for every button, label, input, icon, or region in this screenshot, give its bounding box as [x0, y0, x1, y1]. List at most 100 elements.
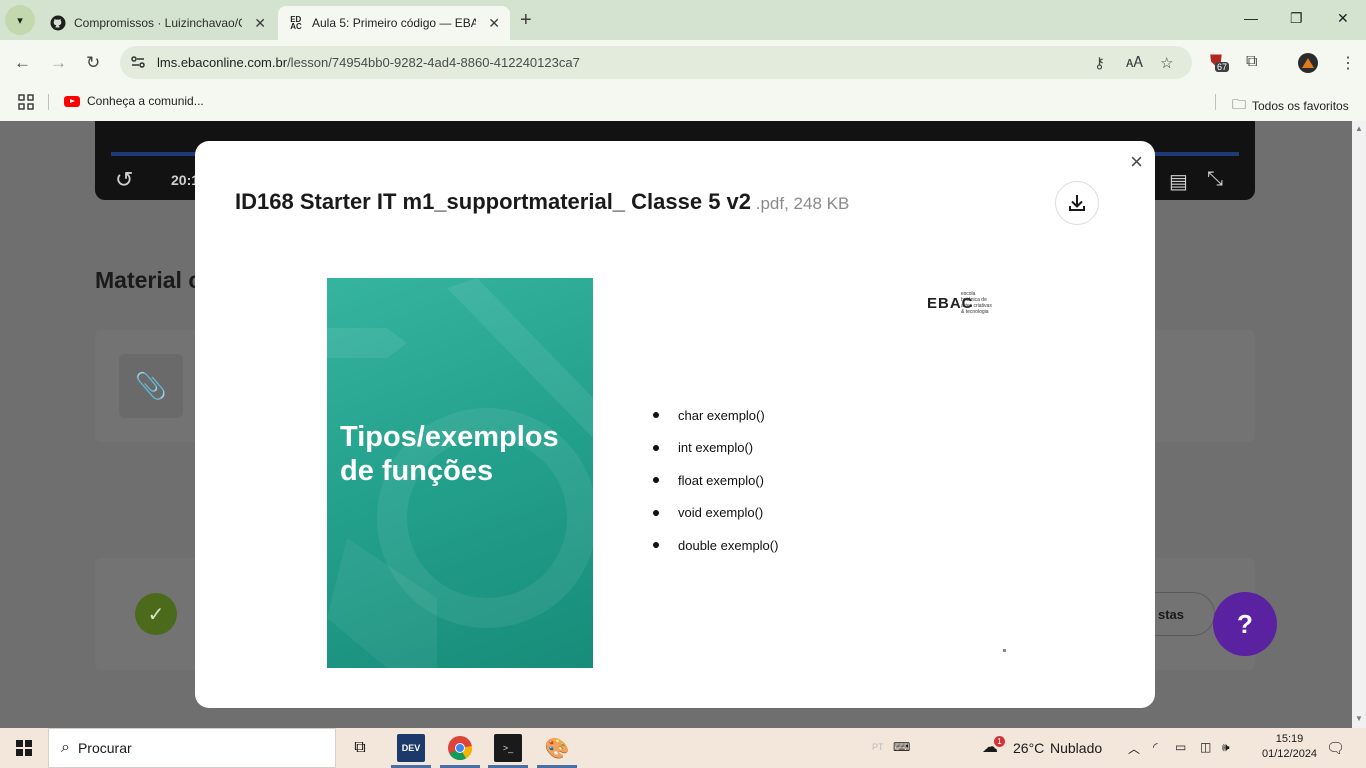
- restore-icon[interactable]: ❐: [1290, 10, 1303, 27]
- tab-ebac[interactable]: ED AC Aula 5: Primeiro código — EBAC ✕: [278, 6, 510, 40]
- subtitles-icon[interactable]: ▤: [1169, 169, 1188, 194]
- logo-text-line: & tecnologia: [961, 309, 989, 315]
- reload-icon[interactable]: ↻: [86, 53, 100, 73]
- scroll-up-icon[interactable]: ▲: [1355, 124, 1363, 133]
- avatar[interactable]: [1298, 53, 1318, 78]
- paperclip-icon[interactable]: 📎: [119, 354, 183, 418]
- tab-strip: ▾ Compromissos · Luizinchavao/C ✕ ED AC A…: [0, 0, 1366, 40]
- input-indicator[interactable]: PT: [872, 742, 884, 752]
- forward-icon[interactable]: →: [50, 53, 67, 73]
- replay-icon[interactable]: ↺: [115, 167, 133, 193]
- list-item-text: void exemplo(): [678, 505, 764, 521]
- address-bar[interactable]: lms.ebaconline.com.br/lesson/74954bb0-92…: [120, 46, 1192, 79]
- file-preview-modal: × ID168 Starter IT m1_supportmaterial_ C…: [195, 141, 1155, 708]
- clock-time: 15:19: [1275, 733, 1304, 745]
- system-clock[interactable]: 15:19 01/12/2024: [1262, 732, 1317, 762]
- file-meta: .pdf, 248 KB: [751, 194, 850, 213]
- cover-title: Tipos/exemplos de funções: [340, 420, 559, 488]
- bullet-icon: [653, 444, 659, 451]
- weather-desc[interactable]: Nublado: [1050, 740, 1102, 756]
- check-icon: ✓: [135, 593, 177, 635]
- weather-temp[interactable]: 26°C: [1013, 740, 1044, 756]
- close-icon[interactable]: ✕: [488, 15, 500, 32]
- browser-toolbar: ← → ↻ lms.ebaconline.com.br/lesson/74954…: [0, 40, 1366, 86]
- task-view-icon[interactable]: ⧉: [346, 734, 374, 762]
- cover-title-line: de funções: [340, 455, 494, 487]
- search-placeholder: Procurar: [77, 740, 132, 756]
- star-icon[interactable]: ☆: [1160, 54, 1173, 72]
- new-tab-button[interactable]: +: [520, 10, 532, 30]
- help-button[interactable]: ?: [1213, 592, 1277, 656]
- wifi-icon[interactable]: ◜: [1153, 740, 1158, 754]
- list-item-text: char exemplo(): [678, 407, 765, 423]
- url-host: lms.ebaconline.com.br: [157, 55, 288, 70]
- pdf-cover-image: Tipos/exemplos de funções: [327, 278, 593, 668]
- modal-title: ID168 Starter IT m1_supportmaterial_ Cla…: [235, 189, 849, 215]
- apps-icon[interactable]: [18, 94, 34, 110]
- list-item-text: int exemplo(): [678, 440, 754, 456]
- chevron-up-icon[interactable]: ︿: [1128, 740, 1140, 757]
- weather-badge: 1: [994, 736, 1005, 747]
- clock-date: 01/12/2024: [1262, 748, 1318, 760]
- github-icon: [50, 15, 66, 31]
- fullscreen-exit-icon[interactable]: ⤡: [1207, 168, 1223, 191]
- close-icon[interactable]: ×: [1130, 151, 1143, 173]
- bookmark-item[interactable]: Conheça a comunid...: [64, 94, 204, 108]
- terminal-app-icon[interactable]: >_: [494, 734, 522, 762]
- bullet-icon: [653, 509, 659, 516]
- back-icon[interactable]: ←: [14, 53, 31, 73]
- extension-badge: 67: [1215, 62, 1230, 72]
- puzzle-icon[interactable]: ⧉: [1246, 53, 1257, 71]
- translate-icon[interactable]: 🗚: [1126, 54, 1143, 71]
- material-heading: Material c: [95, 267, 202, 293]
- more-icon[interactable]: ⋮: [1340, 53, 1356, 73]
- folder-icon: 🗀: [1232, 96, 1246, 112]
- chrome-app-icon[interactable]: [446, 734, 474, 762]
- function-examples-list: char exemplo() int exemplo() float exemp…: [653, 399, 778, 562]
- site-settings-icon[interactable]: [130, 54, 146, 70]
- list-item: double exemplo(): [653, 529, 778, 562]
- notification-icon[interactable]: 🗨: [1326, 739, 1345, 757]
- file-name: ID168 Starter IT m1_supportmaterial_ Cla…: [235, 189, 752, 214]
- keyboard-icon[interactable]: ⌨: [893, 740, 910, 754]
- list-item: char exemplo(): [653, 399, 778, 432]
- volume-icon[interactable]: 🕪: [1222, 740, 1230, 755]
- logo-mark: EBAC: [927, 294, 974, 312]
- url-path: /lesson/74954bb0-9282-4ad4-8860-41224012…: [287, 55, 580, 70]
- camera-icon[interactable]: ◫: [1200, 740, 1211, 754]
- windows-taskbar: ⌕ Procurar ⧉ DEV >_ 🎨 PT ⌨ ☁ 1 26°C Nubl…: [0, 728, 1366, 768]
- bookmark-separator: [48, 94, 49, 110]
- paint-app-icon[interactable]: 🎨: [543, 734, 571, 762]
- youtube-icon: [64, 95, 80, 107]
- scroll-down-icon[interactable]: ▼: [1355, 714, 1363, 723]
- bullet-icon: [653, 477, 659, 484]
- page-marker: [1003, 649, 1006, 652]
- list-item-text: double exemplo(): [678, 537, 779, 553]
- all-bookmarks[interactable]: 🗀 Todos os favoritos: [1232, 94, 1349, 118]
- windows-start-icon[interactable]: [16, 740, 32, 756]
- search-icon: ⌕: [61, 739, 70, 756]
- tab-title: Aula 5: Primeiro código — EBAC: [312, 16, 476, 30]
- logo-text: escola britânica de artes criativas & te…: [961, 291, 992, 315]
- close-window-icon[interactable]: ✕: [1337, 10, 1349, 27]
- bookmark-label: Conheça a comunid...: [87, 94, 204, 108]
- bullet-icon: [653, 542, 659, 549]
- list-item: void exemplo(): [653, 497, 778, 530]
- tab-search-button[interactable]: ▾: [5, 5, 35, 35]
- page-scrollbar[interactable]: [1352, 121, 1366, 728]
- key-icon[interactable]: ⚷: [1094, 54, 1105, 72]
- battery-icon[interactable]: ▭: [1175, 740, 1186, 754]
- download-button[interactable]: [1055, 181, 1099, 225]
- list-item-text: float exemplo(): [678, 472, 764, 488]
- devcpp-app-icon[interactable]: DEV: [397, 734, 425, 762]
- tab-github[interactable]: Compromissos · Luizinchavao/C ✕: [40, 6, 276, 40]
- ebac-logo: EBAC escola britânica de artes criativas…: [927, 291, 992, 315]
- url-text: lms.ebaconline.com.br/lesson/74954bb0-92…: [157, 55, 580, 70]
- taskbar-search[interactable]: ⌕ Procurar: [48, 728, 336, 768]
- bookmark-separator: [1215, 94, 1216, 110]
- all-bookmarks-label: Todos os favoritos: [1252, 99, 1349, 113]
- cover-title-line: Tipos/exemplos: [340, 421, 559, 453]
- close-icon[interactable]: ✕: [254, 15, 266, 32]
- bookmarks-bar: Conheça a comunid... 🗀 Todos os favorito…: [0, 86, 1366, 121]
- minimize-icon[interactable]: —: [1244, 10, 1258, 26]
